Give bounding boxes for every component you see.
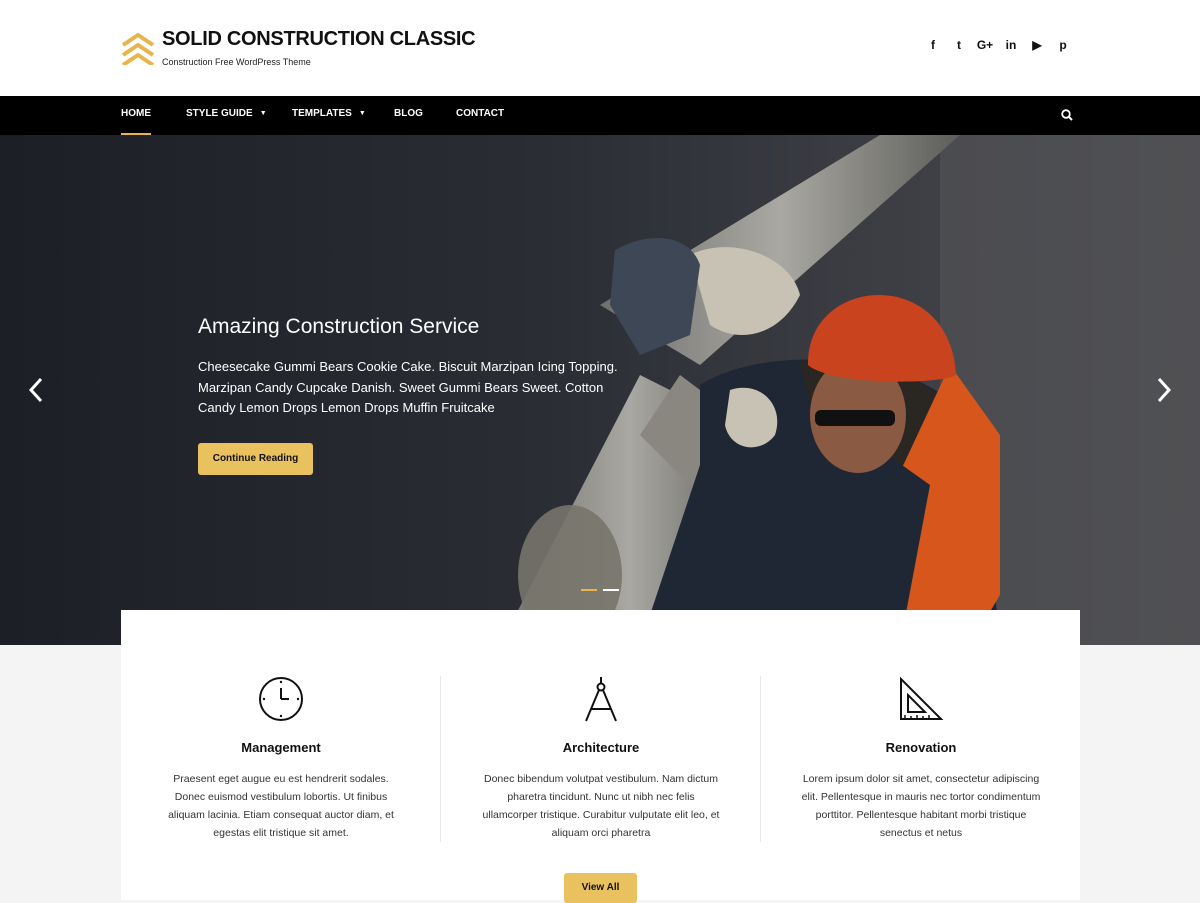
feature-management: Management Praesent eget augue eu est he… [121, 610, 441, 900]
feature-title: Architecture [562, 740, 640, 755]
chevron-left-icon[interactable] [26, 375, 46, 405]
main-navigation: HOME STYLE GUIDE ▼ TEMPLATES ▼ BLOG CONTAC… [0, 96, 1200, 135]
youtube-icon[interactable]: ▶ [1024, 38, 1050, 52]
feature-text: Donec bibendum volutpat vestibulum. Nam … [482, 773, 720, 839]
social-links: f t G+ in ▶ p [920, 38, 1076, 52]
slider-pagination [581, 589, 619, 591]
feature-title: Management [241, 740, 321, 755]
hero-text: Cheesecake Gummi Bears Cookie Cake. Bisc… [198, 359, 618, 415]
feature-text: Praesent eget augue eu est hendrerit sod… [168, 773, 394, 839]
clock-icon [259, 677, 303, 721]
hero-title: Amazing Construction Service [198, 315, 480, 338]
continue-reading-button[interactable]: Continue Reading [198, 443, 313, 475]
nav-item-home[interactable]: HOME [121, 96, 151, 135]
nav-item-label: BLOG [394, 108, 423, 119]
view-all-button[interactable]: View All [564, 873, 637, 903]
features-section: Management Praesent eget augue eu est he… [121, 610, 1081, 903]
slider-dot[interactable] [581, 589, 597, 591]
twitter-icon[interactable]: t [946, 38, 972, 52]
chevron-logo-icon[interactable] [121, 31, 155, 65]
nav-item-label: CONTACT [456, 108, 505, 119]
compass-icon [585, 677, 617, 722]
site-tagline: Construction Free WordPress Theme [162, 57, 311, 67]
feature-title: Renovation [885, 740, 957, 755]
slider-dot[interactable] [603, 589, 619, 591]
nav-item-label: TEMPLATES [292, 108, 352, 119]
feature-text: Lorem ipsum dolor sit amet, consectetur … [801, 773, 1041, 839]
linkedin-icon[interactable]: in [998, 38, 1024, 52]
pinterest-icon[interactable]: p [1050, 38, 1076, 52]
chevron-right-icon[interactable] [1154, 375, 1174, 405]
feature-renovation: Renovation Lorem ipsum dolor sit amet, c… [761, 610, 1081, 900]
google-plus-icon[interactable]: G+ [972, 38, 998, 52]
set-square-icon [900, 676, 944, 720]
site-title[interactable]: SOLID CONSTRUCTION CLASSIC [162, 28, 476, 51]
hero-slider: Amazing Construction Service Cheesecake … [0, 135, 1200, 645]
site-header: SOLID CONSTRUCTION CLASSIC Construction … [0, 0, 1200, 96]
nav-item-label: HOME [121, 108, 151, 119]
chevron-down-icon: ▼ [358, 110, 366, 117]
feature-architecture: Architecture Donec bibendum volutpat ves… [441, 610, 761, 900]
chevron-down-icon: ▼ [259, 110, 267, 117]
facebook-icon[interactable]: f [920, 38, 946, 52]
nav-item-templates[interactable]: TEMPLATES ▼ [292, 96, 366, 135]
nav-item-blog[interactable]: BLOG [394, 96, 423, 135]
nav-item-label: STYLE GUIDE [186, 108, 253, 119]
search-icon[interactable] [1060, 108, 1074, 122]
nav-item-style-guide[interactable]: STYLE GUIDE ▼ [186, 96, 267, 135]
nav-item-contact[interactable]: CONTACT [456, 96, 504, 135]
